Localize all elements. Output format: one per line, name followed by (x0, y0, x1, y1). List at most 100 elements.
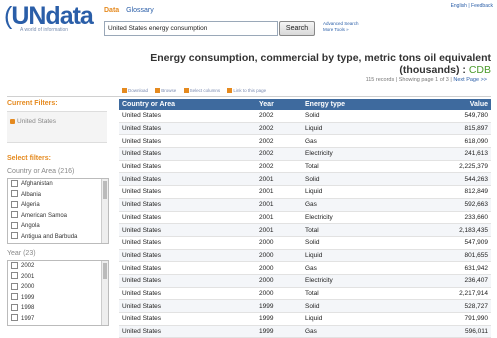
checkbox[interactable] (11, 261, 18, 269)
nav-glossary[interactable]: Glossary (126, 7, 154, 14)
cell-value: 592,663 (412, 198, 491, 212)
scroll-thumb[interactable] (103, 263, 107, 279)
checkbox[interactable] (11, 190, 18, 198)
country-listbox[interactable]: Afghanistan Albania Algeria American Sam… (7, 178, 109, 244)
checkbox[interactable] (11, 314, 18, 322)
download-action[interactable]: Download (122, 88, 148, 94)
records-count: 115 records | Showing page 1 of 3 | (365, 77, 452, 83)
remove-filter-icon[interactable] (10, 118, 15, 124)
data-table: Country or Area Year Energy type Value U… (119, 99, 491, 338)
country-option[interactable]: Afghanistan (8, 179, 108, 190)
country-option[interactable]: Antigua and Barbuda (8, 232, 108, 243)
cell-energy-type: Liquid (302, 249, 412, 263)
checkbox[interactable] (11, 179, 18, 187)
next-page-link[interactable]: Next Page >> (453, 77, 487, 83)
cell-country: United States (119, 261, 256, 275)
cell-energy-type: Total (302, 223, 412, 237)
column-header-year[interactable]: Year (256, 99, 302, 110)
cell-value: 547,909 (412, 236, 491, 250)
cell-country: United States (119, 287, 256, 301)
country-option[interactable]: American Samoa (8, 211, 108, 222)
page-title: Energy consumption, commercial by type, … (111, 52, 491, 76)
checkbox[interactable] (11, 282, 18, 290)
cell-year: 2002 (256, 147, 302, 161)
divider (7, 96, 491, 97)
cell-year: 2000 (256, 287, 302, 301)
top-links[interactable]: English | Feedback (451, 3, 493, 9)
cell-year: 2000 (256, 261, 302, 275)
country-option[interactable]: Albania (8, 190, 108, 201)
table-row: United States 2002 Liquid 815,897 (119, 122, 491, 136)
select-filters-heading: Select filters: (7, 155, 51, 162)
action-bar: Download Browse Select columns Link to t… (122, 88, 272, 94)
nav-data[interactable]: Data (104, 7, 119, 14)
column-header-country[interactable]: Country or Area (119, 99, 256, 110)
current-filters-box: United States (7, 111, 107, 143)
cell-country: United States (119, 110, 256, 123)
year-group-title[interactable]: Year (23) (7, 250, 109, 257)
cell-country: United States (119, 223, 256, 237)
cell-energy-type: Gas (302, 261, 412, 275)
cell-country: United States (119, 147, 256, 161)
cell-value: 233,660 (412, 211, 491, 225)
current-filter-item[interactable]: United States (7, 112, 107, 131)
current-filters-heading: Current Filters: (7, 100, 58, 107)
search-input[interactable]: United States energy consumption (104, 21, 278, 36)
checkbox[interactable] (11, 232, 18, 240)
table-row: United States 2000 Solid 547,909 (119, 236, 491, 250)
logo-text: UNdata (11, 2, 94, 30)
year-option[interactable]: 1998 (8, 303, 108, 314)
checkbox[interactable] (11, 272, 18, 280)
table-body: United States 2002 Solid 549,780 United Stat… (119, 110, 491, 338)
cell-country: United States (119, 122, 256, 136)
cell-energy-type: Liquid (302, 185, 412, 199)
country-option[interactable]: Angola (8, 221, 108, 232)
column-header-value[interactable]: Value (412, 99, 491, 110)
checkbox[interactable] (11, 303, 18, 311)
cell-country: United States (119, 236, 256, 250)
scroll-thumb[interactable] (103, 181, 107, 199)
search-button[interactable]: Search (279, 21, 315, 36)
year-option[interactable]: 1999 (8, 293, 108, 304)
country-scrollbar[interactable] (101, 179, 108, 243)
link-action[interactable]: Link to this page (227, 88, 266, 94)
cell-country: United States (119, 211, 256, 225)
checkbox[interactable] (11, 221, 18, 229)
browse-action[interactable]: Browse (155, 88, 176, 94)
source-link[interactable]: CDB (469, 64, 491, 76)
cell-year: 2000 (256, 236, 302, 250)
table-row: United States 2002 Solid 549,780 (119, 110, 491, 123)
checkbox[interactable] (11, 293, 18, 301)
cell-energy-type: Solid (302, 110, 412, 123)
year-option[interactable]: 2001 (8, 272, 108, 283)
undata-logo[interactable]: (UNdata A world of information (4, 2, 94, 36)
select-columns-action[interactable]: Select columns (183, 88, 220, 94)
table-row: United States 1999 Gas 596,011 (119, 325, 491, 338)
cell-year: 2001 (256, 211, 302, 225)
main-nav: Data Glossary (104, 7, 154, 14)
title-main: Energy consumption, commercial by type, … (150, 52, 491, 76)
year-option[interactable]: 2002 (8, 261, 108, 272)
cell-year: 2001 (256, 185, 302, 199)
table-row: United States 2001 Liquid 812,849 (119, 185, 491, 199)
country-group-title[interactable]: Country or Area (216) (7, 168, 109, 175)
year-scrollbar[interactable] (101, 261, 108, 325)
table-row: United States 2000 Total 2,217,914 (119, 287, 491, 301)
checkbox[interactable] (11, 200, 18, 208)
year-listbox[interactable]: 2002 2001 2000 1999 1998 1997 (7, 260, 109, 326)
data-table-wrap: Country or Area Year Energy type Value U… (119, 99, 491, 338)
cell-energy-type: Electricity (302, 274, 412, 288)
checkbox[interactable] (11, 211, 18, 219)
cell-value: 596,011 (412, 325, 491, 338)
column-header-energy-type[interactable]: Energy type (302, 99, 412, 110)
cell-energy-type: Gas (302, 325, 412, 338)
table-row: United States 2002 Gas 618,090 (119, 134, 491, 149)
link-icon (227, 88, 233, 94)
cell-value: 241,613 (412, 147, 491, 161)
more-tools-link[interactable]: More Tools » (323, 27, 359, 33)
country-option[interactable]: Algeria (8, 200, 108, 211)
year-option[interactable]: 1997 (8, 314, 108, 325)
table-row: United States 2002 Total 2,225,379 (119, 160, 491, 174)
cell-energy-type: Electricity (302, 147, 412, 161)
year-option[interactable]: 2000 (8, 282, 108, 293)
